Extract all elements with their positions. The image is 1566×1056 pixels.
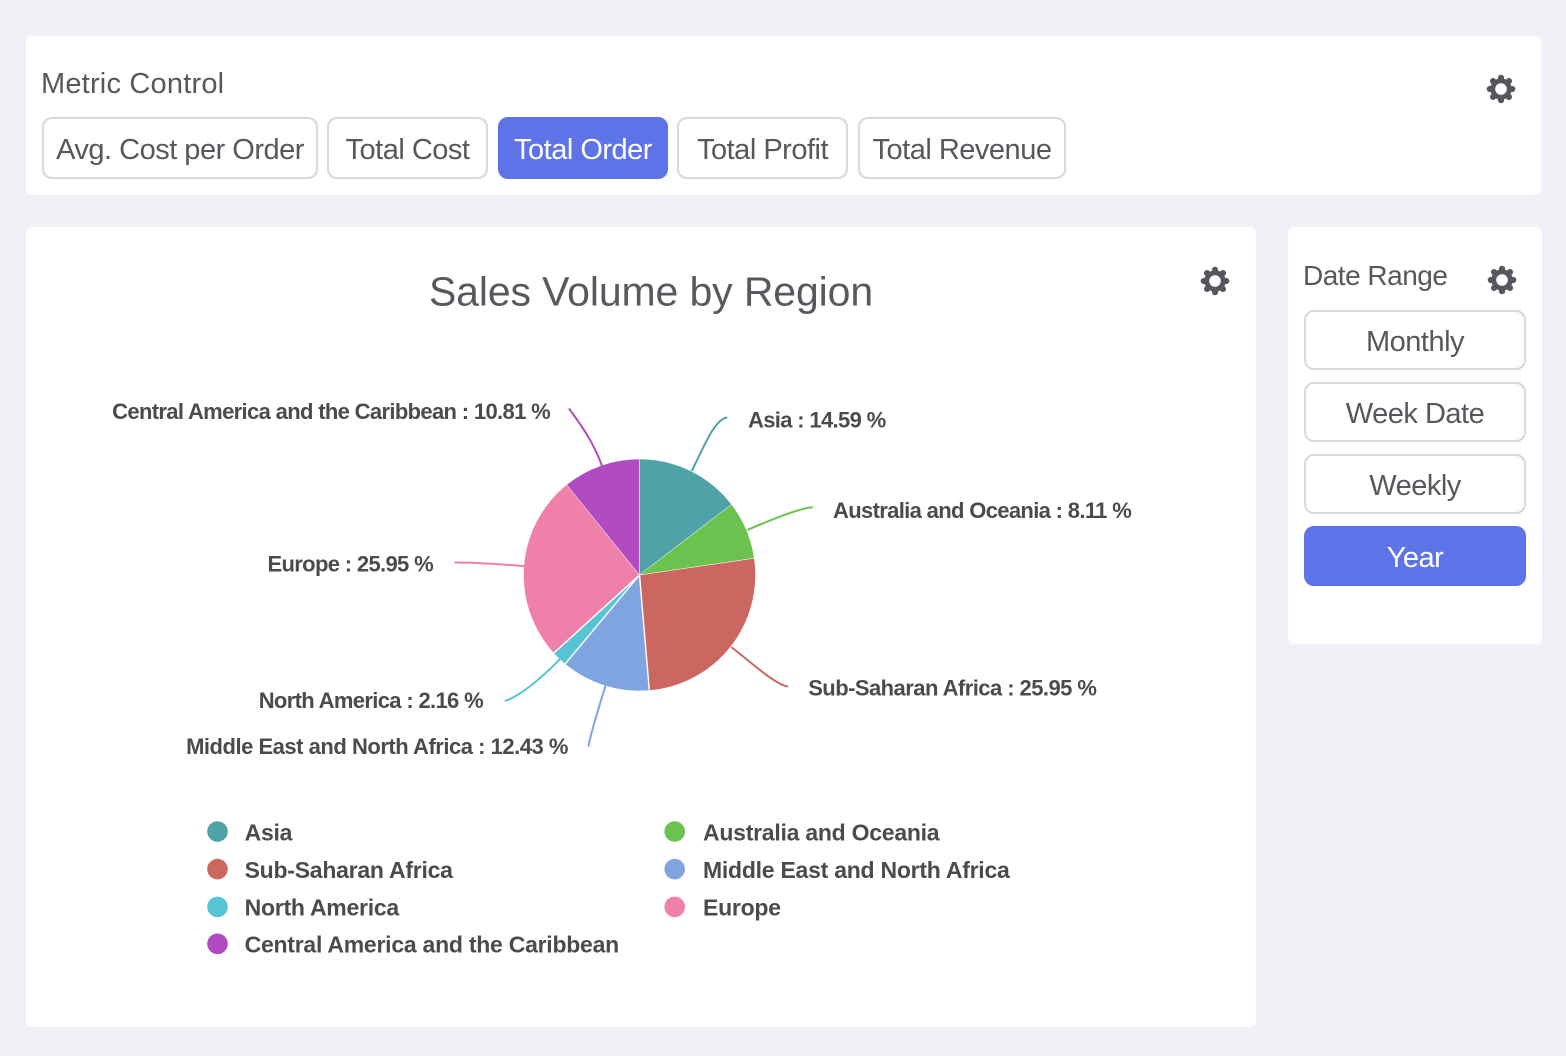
svg-text:Europe: Europe <box>703 895 781 921</box>
svg-text:Australia and Oceania : 8.11 %: Australia and Oceania : 8.11 % <box>833 498 1131 523</box>
svg-text:Asia : 14.59 %: Asia : 14.59 % <box>748 408 886 433</box>
svg-text:Central America and the Caribb: Central America and the Caribbean : 10.8… <box>112 399 550 424</box>
svg-text:North America : 2.16 %: North America : 2.16 % <box>259 688 483 713</box>
svg-text:North America: North America <box>245 895 400 921</box>
svg-text:Sub-Saharan Africa: Sub-Saharan Africa <box>245 857 454 883</box>
svg-text:Europe : 25.95 %: Europe : 25.95 % <box>267 552 433 577</box>
svg-text:Sub-Saharan Africa : 25.95 %: Sub-Saharan Africa : 25.95 % <box>808 676 1096 701</box>
svg-text:Australia and Oceania: Australia and Oceania <box>703 819 940 845</box>
svg-text:Middle East and North Africa: Middle East and North Africa <box>703 857 1010 883</box>
svg-text:Asia: Asia <box>245 819 293 845</box>
svg-text:Middle East and North Africa :: Middle East and North Africa : 12.43 % <box>186 734 568 759</box>
svg-text:Central America and the Caribb: Central America and the Caribbean <box>245 932 619 958</box>
svg-text:Sales Volume by Region: Sales Volume by Region <box>429 269 873 315</box>
